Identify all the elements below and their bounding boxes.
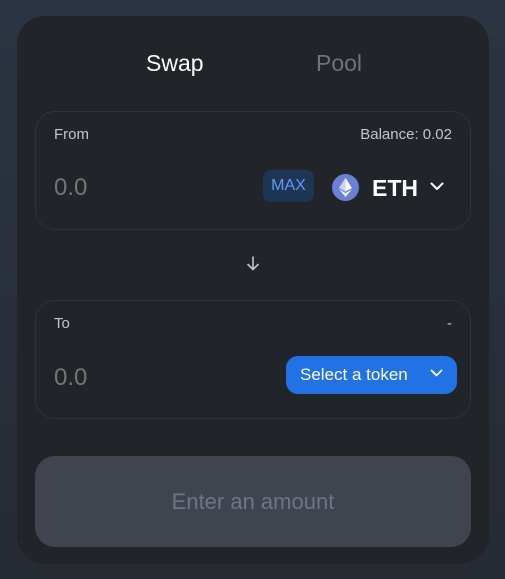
- from-token-select[interactable]: ETH: [329, 170, 453, 204]
- to-panel: To - Select a token: [35, 300, 471, 419]
- chevron-down-icon: [430, 182, 444, 190]
- from-panel: From Balance: 0.02 MAX ETH: [35, 111, 471, 230]
- to-balance: -: [447, 315, 452, 332]
- chevron-down-icon: [430, 369, 443, 377]
- tab-bar: Swap Pool: [17, 48, 489, 78]
- max-button[interactable]: MAX: [263, 170, 314, 202]
- to-amount-input[interactable]: [54, 364, 204, 392]
- select-token-label: Select a token: [300, 365, 408, 384]
- enter-amount-button[interactable]: Enter an amount: [35, 456, 471, 547]
- from-balance: Balance: 0.02: [360, 126, 452, 143]
- swap-card: Swap Pool From Balance: 0.02 MAX ETH To: [17, 16, 489, 564]
- to-label: To: [54, 315, 70, 332]
- tab-swap[interactable]: Swap: [146, 48, 204, 78]
- select-token-button[interactable]: Select a token: [286, 356, 457, 394]
- from-label: From: [54, 126, 89, 143]
- from-token-symbol: ETH: [372, 175, 418, 201]
- ethereum-icon: [332, 174, 359, 201]
- arrow-down-icon[interactable]: [243, 254, 263, 274]
- from-amount-input[interactable]: [54, 174, 204, 202]
- tab-pool[interactable]: Pool: [316, 48, 362, 78]
